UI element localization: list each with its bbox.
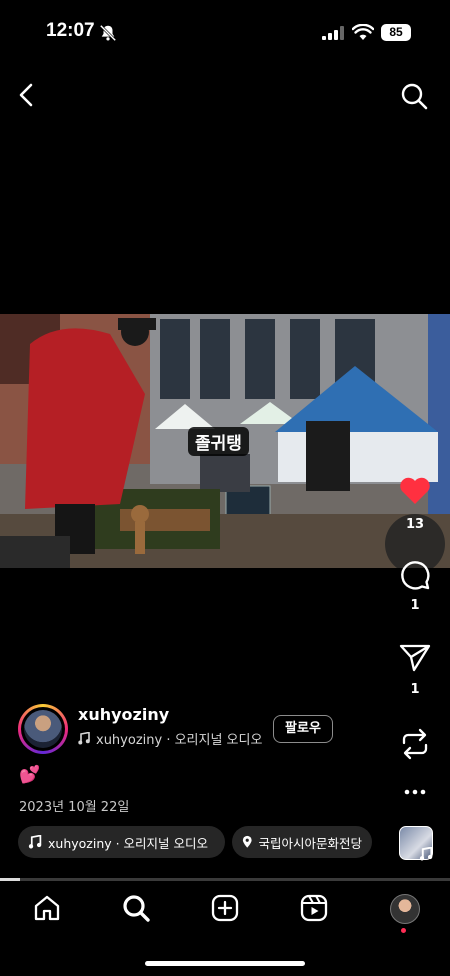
notification-dot: [401, 928, 406, 933]
audio-line-label: xuhyoziny · 오리지널 오디오: [96, 733, 263, 748]
video-progress-track[interactable]: [0, 878, 450, 881]
location-pill[interactable]: 국립아시아문화전당: [232, 826, 372, 858]
comment-icon[interactable]: [398, 558, 432, 592]
audio-pill-label: xuhyoziny · 오리지널 오디오: [48, 835, 209, 851]
caption-emoji: 💕: [19, 765, 41, 785]
search-icon[interactable]: [400, 82, 428, 110]
audio-pill[interactable]: xuhyoziny · 오리지널 오디오: [18, 826, 225, 858]
status-time: 12:07: [46, 20, 95, 41]
video-progress-fill: [0, 878, 20, 881]
reels-icon[interactable]: [299, 893, 329, 923]
plus-square-icon[interactable]: [210, 893, 240, 923]
like-count: 13: [405, 517, 425, 532]
profile-avatar-tab[interactable]: [390, 894, 420, 924]
bell-muted-icon: [99, 24, 117, 42]
follow-button[interactable]: 팔로우: [273, 715, 333, 743]
username[interactable]: xuhyoziny: [78, 705, 169, 724]
location-pin-icon: [242, 835, 252, 848]
wifi-icon: [352, 24, 374, 40]
location-pill-label: 국립아시아문화전당: [258, 835, 362, 851]
battery-indicator: 85: [381, 24, 411, 41]
video-caption: 졸귀탱: [188, 427, 249, 456]
cellular-signal-icon: [322, 26, 344, 40]
chevron-left-icon[interactable]: [14, 82, 40, 108]
heart-icon[interactable]: [398, 474, 432, 508]
explore-search-icon[interactable]: [121, 893, 151, 923]
comment-count: 1: [410, 598, 420, 613]
paper-plane-icon[interactable]: [398, 640, 432, 674]
home-indicator[interactable]: [145, 961, 305, 966]
post-date: 2023년 10월 22일: [19, 800, 130, 815]
audio-line[interactable]: xuhyoziny · 오리지널 오디오: [78, 729, 262, 748]
share-count: 1: [410, 682, 420, 697]
more-icon[interactable]: [404, 786, 426, 798]
music-note-icon: [28, 835, 42, 849]
repost-icon[interactable]: [398, 727, 432, 761]
music-note-icon: [78, 732, 90, 745]
home-icon[interactable]: [32, 893, 62, 923]
avatar[interactable]: [24, 710, 62, 748]
music-note-icon: [419, 847, 433, 861]
